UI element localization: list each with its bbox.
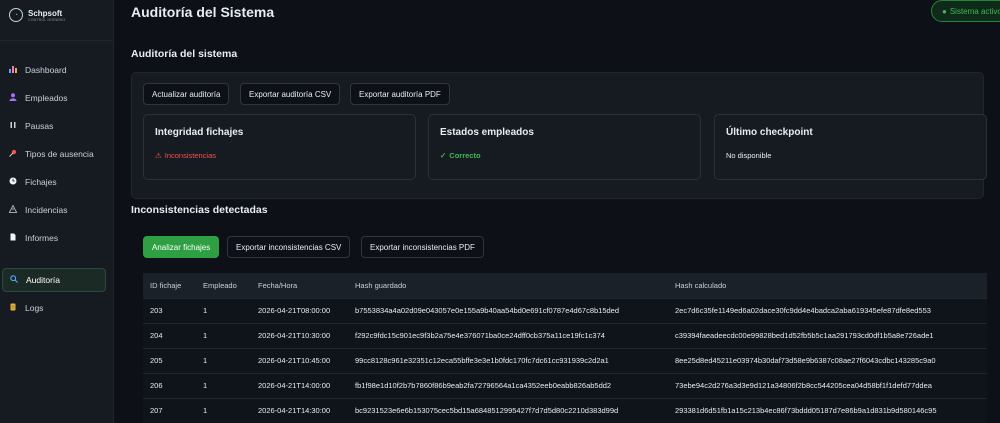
- cell-stored-hash: 99cc8128c961e32351c12eca55bffe3e3e1b0fdc…: [348, 347, 668, 373]
- column-header: Fecha/Hora: [251, 273, 348, 298]
- person-icon: [9, 93, 17, 103]
- export-inconsistencies-csv-button[interactable]: Exportar inconsistencias CSV: [227, 236, 351, 258]
- sidebar-divider: [0, 40, 113, 41]
- cell-datetime: 2026-04-21T14:30:00: [251, 397, 348, 423]
- sidebar-item-label: Dashboard: [25, 65, 67, 75]
- scroll-icon: [9, 303, 17, 313]
- inconsistencies-section-title: Inconsistencias detectadas: [131, 204, 268, 216]
- cell-employee: 1: [196, 322, 251, 348]
- audit-section-title: Auditoría del sistema: [131, 48, 238, 60]
- topbar: Auditoría del Sistema: [115, 0, 1000, 26]
- sidebar-item-incidencias[interactable]: Incidencias: [2, 198, 106, 222]
- sidebar: ◔ Schpsoft CONTROL HORARIO Dashboard Emp…: [0, 0, 114, 423]
- pause-icon: [9, 121, 17, 131]
- cell-stored-hash: b7553834a4a02d09e043057e0e155a9b40aa54bd…: [348, 297, 668, 323]
- sidebar-item-logs[interactable]: Logs: [2, 296, 106, 320]
- employee-states-status: Correcto: [449, 151, 481, 160]
- check-icon: ✓: [440, 151, 447, 160]
- sidebar-item-fichajes[interactable]: Fichajes: [2, 170, 106, 194]
- sidebar-item-tipos-de-ausencia[interactable]: Tipos de ausencia: [2, 142, 106, 166]
- card-title: Integridad fichajes: [155, 127, 244, 138]
- column-header: ID fichaje: [143, 273, 196, 298]
- checkpoint-card: Último checkpoint No disponible: [714, 114, 987, 180]
- cell-stored-hash: f292c9fdc15c901ec9f3b2a75e4e376071ba0ce2…: [348, 322, 668, 348]
- cell-employee: 1: [196, 397, 251, 423]
- cell-id: 205: [143, 347, 196, 373]
- search-icon: [10, 275, 18, 285]
- bar-chart-icon: [9, 65, 17, 75]
- cell-computed-hash: 73ebe94c2d276a3d3e9d121a34806f2b8cc54420…: [668, 372, 987, 398]
- sidebar-item-informes[interactable]: Informes: [2, 226, 106, 250]
- warning-icon: [8, 204, 18, 215]
- cell-id: 207: [143, 397, 196, 423]
- cell-datetime: 2026-04-21T10:30:00: [251, 322, 348, 348]
- sidebar-item-label: Pausas: [25, 121, 54, 131]
- cell-id: 203: [143, 297, 196, 323]
- analyze-fichajes-button[interactable]: Analizar fichajes: [143, 236, 220, 258]
- export-inconsistencies-pdf-button[interactable]: Exportar inconsistencias PDF: [361, 236, 484, 258]
- cell-employee: 1: [196, 297, 251, 323]
- sidebar-item-dashboard[interactable]: Dashboard: [2, 58, 106, 82]
- page-title: Auditoría del Sistema: [131, 4, 275, 20]
- cell-id: 206: [143, 372, 196, 398]
- checkpoint-status: No disponible: [726, 151, 772, 160]
- card-value: ✓ Correcto: [440, 151, 481, 160]
- card-value: No disponible: [726, 151, 771, 160]
- card-title: Último checkpoint: [726, 127, 813, 138]
- sidebar-item-empleados[interactable]: Empleados: [2, 86, 106, 110]
- warning-icon: ⚠: [155, 151, 162, 160]
- status-badge: ● Sistema activo: [931, 0, 1000, 22]
- table-row: 205 1 2026-04-21T10:45:00 99cc8128c961e3…: [143, 347, 987, 373]
- sidebar-item-auditoria[interactable]: Auditoría: [2, 268, 106, 292]
- sidebar-item-label: Tipos de ausencia: [25, 149, 94, 159]
- integrity-card: Integridad fichajes ⚠ Inconsistencias: [143, 114, 416, 180]
- cell-stored-hash: fb1f98e1d10f2b7b7860f86b9eab2fa72796564a…: [348, 372, 668, 398]
- sidebar-item-label: Logs: [25, 303, 44, 313]
- brand-logo-icon: ◔: [9, 8, 23, 22]
- export-audit-csv-button[interactable]: Exportar auditoría CSV: [240, 83, 341, 105]
- card-title: Estados empleados: [440, 127, 534, 138]
- refresh-audit-button[interactable]: Actualizar auditoría: [143, 83, 230, 105]
- cell-employee: 1: [196, 347, 251, 373]
- sidebar-item-label: Fichajes: [25, 177, 57, 187]
- table-row: 207 1 2026-04-21T14:30:00 bc9231523e6e6b…: [143, 397, 987, 423]
- brand[interactable]: ◔ Schpsoft CONTROL HORARIO: [9, 8, 65, 22]
- brand-subtitle: CONTROL HORARIO: [28, 17, 66, 22]
- cell-computed-hash: 2ec7d6c35fe1149ed6a02dace30fc9dd4e4badca…: [668, 297, 987, 323]
- table-row: 203 1 2026-04-21T08:00:00 b7553834a4a02d…: [143, 297, 987, 323]
- export-audit-pdf-button[interactable]: Exportar auditoría PDF: [350, 83, 450, 105]
- cell-datetime: 2026-04-21T14:00:00: [251, 372, 348, 398]
- employee-states-card: Estados empleados ✓ Correcto: [428, 114, 701, 180]
- status-dot-icon: ●: [942, 6, 947, 16]
- cell-computed-hash: 293381d6d51fb1a15c213b4ec86f73bddd05187d…: [668, 397, 987, 423]
- table-row: 206 1 2026-04-21T14:00:00 fb1f98e1d10f2b…: [143, 372, 987, 398]
- sidebar-item-pausas[interactable]: Pausas: [2, 114, 106, 138]
- column-header: Empleado: [196, 273, 251, 298]
- column-header: Hash guardado: [348, 273, 668, 298]
- integrity-status: Inconsistencias: [164, 151, 217, 160]
- cell-computed-hash: c39394faeadeecdc00e99828bed1d52fb5b5c1aa…: [668, 322, 987, 348]
- card-value: ⚠ Inconsistencias: [155, 151, 216, 160]
- status-label: Sistema activo: [949, 6, 1000, 16]
- sidebar-item-label: Informes: [25, 233, 59, 243]
- cell-datetime: 2026-04-21T10:45:00: [251, 347, 348, 373]
- column-header: Hash calculado: [668, 273, 987, 298]
- cell-datetime: 2026-04-21T08:00:00: [251, 297, 348, 323]
- document-icon: [9, 233, 17, 243]
- inconsistencies-table: ID fichaje Empleado Fecha/Hora Hash guar…: [143, 273, 987, 423]
- table-row: 204 1 2026-04-21T10:30:00 f292c9fdc15c90…: [143, 322, 987, 348]
- sidebar-item-label: Empleados: [25, 93, 68, 103]
- cell-employee: 1: [196, 372, 251, 398]
- cell-stored-hash: bc9231523e6e6b153075cec5bd15a68485129954…: [348, 397, 668, 423]
- sidebar-item-label: Incidencias: [25, 205, 68, 215]
- pin-icon: [9, 149, 17, 159]
- cell-computed-hash: 8ee25d8ed45211e03974b30daf73d58e9b6387c0…: [668, 347, 987, 373]
- cell-id: 204: [143, 322, 196, 348]
- table-header-row: ID fichaje Empleado Fecha/Hora Hash guar…: [143, 273, 987, 298]
- brand-name: Schpsoft: [28, 8, 63, 18]
- clock-icon: [9, 177, 17, 187]
- sidebar-item-label: Auditoría: [26, 275, 61, 285]
